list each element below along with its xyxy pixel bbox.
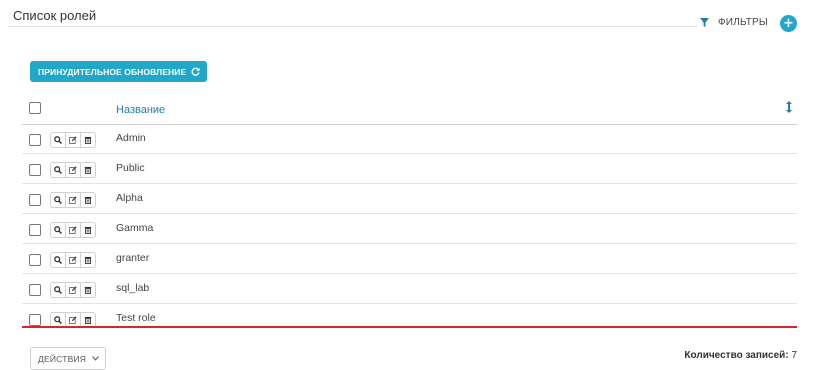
row-actions (50, 222, 96, 238)
trash-icon[interactable] (81, 313, 95, 327)
table-row: Admin (22, 124, 797, 154)
row-actions (50, 192, 96, 208)
table-row: sql_lab (22, 274, 797, 304)
edit-icon[interactable] (66, 193, 81, 207)
page-title: Список ролей (13, 8, 97, 23)
row-actions (50, 252, 96, 268)
role-name: Gamma (116, 222, 154, 234)
record-count-label: Количество записей: (684, 350, 789, 361)
add-role-button[interactable]: + (780, 15, 797, 32)
row-actions (50, 282, 96, 298)
row-checkbox[interactable] (29, 164, 41, 176)
row-checkbox[interactable] (29, 134, 41, 146)
edit-icon[interactable] (66, 313, 81, 327)
trash-icon[interactable] (81, 133, 95, 147)
plus-icon: + (783, 16, 794, 31)
select-all-checkbox[interactable] (29, 102, 41, 114)
table-row: Gamma (22, 214, 797, 244)
search-icon[interactable] (51, 133, 66, 147)
row-checkbox[interactable] (29, 314, 41, 326)
row-checkbox[interactable] (29, 284, 41, 296)
search-icon[interactable] (51, 223, 66, 237)
row-checkbox[interactable] (29, 194, 41, 206)
search-icon[interactable] (51, 313, 66, 327)
filters-label: ФИЛЬТРЫ (718, 17, 768, 28)
actions-dropdown[interactable]: ДЕЙСТВИЯ (30, 347, 107, 370)
search-icon[interactable] (51, 253, 66, 267)
edit-icon[interactable] (66, 283, 81, 297)
role-name: Test role (116, 312, 156, 324)
trash-icon[interactable] (81, 283, 95, 297)
role-name: Alpha (116, 192, 143, 204)
row-actions (50, 162, 96, 178)
edit-icon[interactable] (66, 253, 81, 267)
role-name: granter (116, 252, 150, 264)
row-checkbox[interactable] (29, 224, 41, 236)
row-checkbox[interactable] (29, 254, 41, 266)
trash-icon[interactable] (81, 193, 95, 207)
highlight-line (22, 326, 797, 328)
filters-button[interactable]: ФИЛЬТРЫ (700, 17, 768, 28)
search-icon[interactable] (51, 283, 66, 297)
table-row: granter (22, 244, 797, 274)
chevron-down-icon (92, 356, 100, 361)
record-count: Количество записей: 7 (684, 350, 797, 361)
actions-label: ДЕЙСТВИЯ (38, 353, 87, 364)
role-name: Admin (116, 132, 146, 144)
edit-icon[interactable] (66, 133, 81, 147)
table-row: Test role (22, 304, 797, 334)
search-icon[interactable] (51, 193, 66, 207)
refresh-icon (191, 67, 200, 76)
column-header-name[interactable]: Название (116, 104, 165, 116)
trash-icon[interactable] (81, 163, 95, 177)
record-count-value: 7 (791, 350, 797, 361)
title-divider (8, 26, 698, 27)
role-name: sql_lab (116, 282, 150, 294)
edit-icon[interactable] (66, 223, 81, 237)
trash-icon[interactable] (81, 223, 95, 237)
funnel-icon (700, 18, 709, 27)
force-refresh-button[interactable]: ПРИНУДИТЕЛЬНОЕ ОБНОВЛЕНИЕ (30, 61, 208, 82)
trash-icon[interactable] (81, 253, 95, 267)
role-name: Public (116, 162, 145, 174)
refresh-label: ПРИНУДИТЕЛЬНОЕ ОБНОВЛЕНИЕ (38, 66, 187, 77)
table-row: Public (22, 154, 797, 184)
search-icon[interactable] (51, 163, 66, 177)
row-actions (50, 132, 96, 148)
sort-arrows-icon[interactable] (786, 101, 792, 113)
edit-icon[interactable] (66, 163, 81, 177)
table-row: Alpha (22, 184, 797, 214)
